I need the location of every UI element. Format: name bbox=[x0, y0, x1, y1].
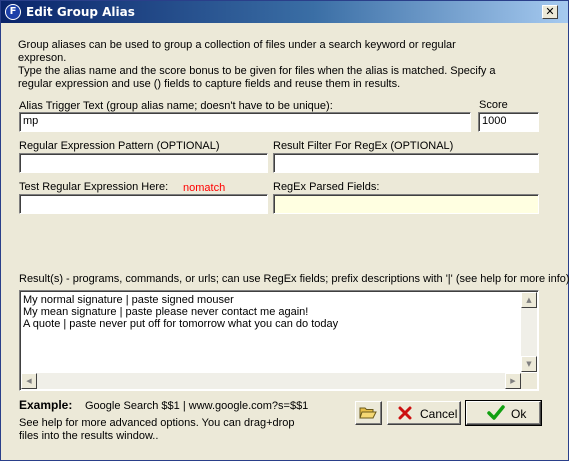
app-logo-icon: F bbox=[5, 4, 21, 20]
browse-folder-button[interactable] bbox=[355, 401, 382, 425]
results-textarea[interactable]: My normal signature | paste signed mouse… bbox=[19, 290, 539, 391]
cancel-label: Cancel bbox=[420, 407, 458, 421]
cancel-button[interactable]: Cancel bbox=[387, 401, 461, 425]
result-filter-input[interactable] bbox=[273, 153, 539, 173]
result-filter-label: Result Filter For RegEx (OPTIONAL) bbox=[273, 140, 454, 152]
close-icon: ✕ bbox=[545, 5, 555, 18]
parsed-fields-label: RegEx Parsed Fields: bbox=[273, 181, 380, 193]
intro-line-1: Group aliases can be used to group a col… bbox=[18, 39, 456, 51]
example-label: Example: bbox=[19, 398, 73, 412]
scroll-down-button[interactable]: ▼ bbox=[521, 356, 537, 372]
result-line: My mean signature | paste please never c… bbox=[23, 306, 309, 318]
vertical-scrollbar[interactable]: ▲ ▼ bbox=[521, 292, 537, 372]
alias-trigger-input[interactable]: mp bbox=[19, 112, 471, 132]
test-regex-label: Test Regular Expression Here: bbox=[19, 181, 169, 193]
checkmark-icon bbox=[487, 405, 505, 420]
results-label: Result(s) - programs, commands, or urls;… bbox=[19, 273, 570, 285]
title-bar[interactable]: F Edit Group Alias ✕ bbox=[1, 1, 568, 23]
scroll-up-button[interactable]: ▲ bbox=[521, 292, 537, 308]
down-arrow-icon: ▼ bbox=[526, 360, 532, 368]
left-arrow-icon: ◀ bbox=[26, 377, 32, 385]
horizontal-scrollbar[interactable]: ◀ ▶ bbox=[21, 373, 521, 389]
window-title: Edit Group Alias bbox=[26, 5, 135, 19]
scroll-left-button[interactable]: ◀ bbox=[21, 373, 37, 389]
intro-line-4: regular expression and use () fields to … bbox=[18, 78, 401, 90]
help-line-2: files into the results window.. bbox=[19, 430, 159, 442]
regex-pattern-input[interactable] bbox=[19, 153, 268, 173]
score-label: Score bbox=[479, 99, 508, 111]
parsed-fields-display bbox=[273, 194, 539, 214]
example-text: Google Search $$1 | www.google.com?s=$$1 bbox=[85, 400, 309, 412]
open-folder-icon bbox=[359, 407, 377, 419]
ok-button[interactable]: Ok bbox=[465, 400, 542, 426]
intro-line-3: Type the alias name and the score bonus … bbox=[18, 65, 496, 77]
help-line-1: See help for more advanced options. You … bbox=[19, 417, 295, 429]
result-line: My normal signature | paste signed mouse… bbox=[23, 294, 234, 306]
ok-label: Ok bbox=[511, 407, 527, 421]
right-arrow-icon: ▶ bbox=[510, 377, 516, 385]
edit-group-alias-dialog: F Edit Group Alias ✕ Group aliases can b… bbox=[0, 0, 570, 461]
intro-line-2: expreson. bbox=[18, 52, 67, 64]
up-arrow-icon: ▲ bbox=[526, 296, 532, 304]
regex-pattern-label: Regular Expression Pattern (OPTIONAL) bbox=[19, 140, 220, 152]
close-button[interactable]: ✕ bbox=[542, 5, 558, 19]
scroll-right-button[interactable]: ▶ bbox=[505, 373, 521, 389]
result-line: A quote | paste never put off for tomorr… bbox=[23, 318, 339, 330]
x-cancel-icon bbox=[398, 406, 412, 420]
scroll-corner bbox=[521, 373, 537, 389]
test-regex-input[interactable] bbox=[19, 194, 268, 214]
score-input[interactable]: 1000 bbox=[478, 112, 539, 132]
